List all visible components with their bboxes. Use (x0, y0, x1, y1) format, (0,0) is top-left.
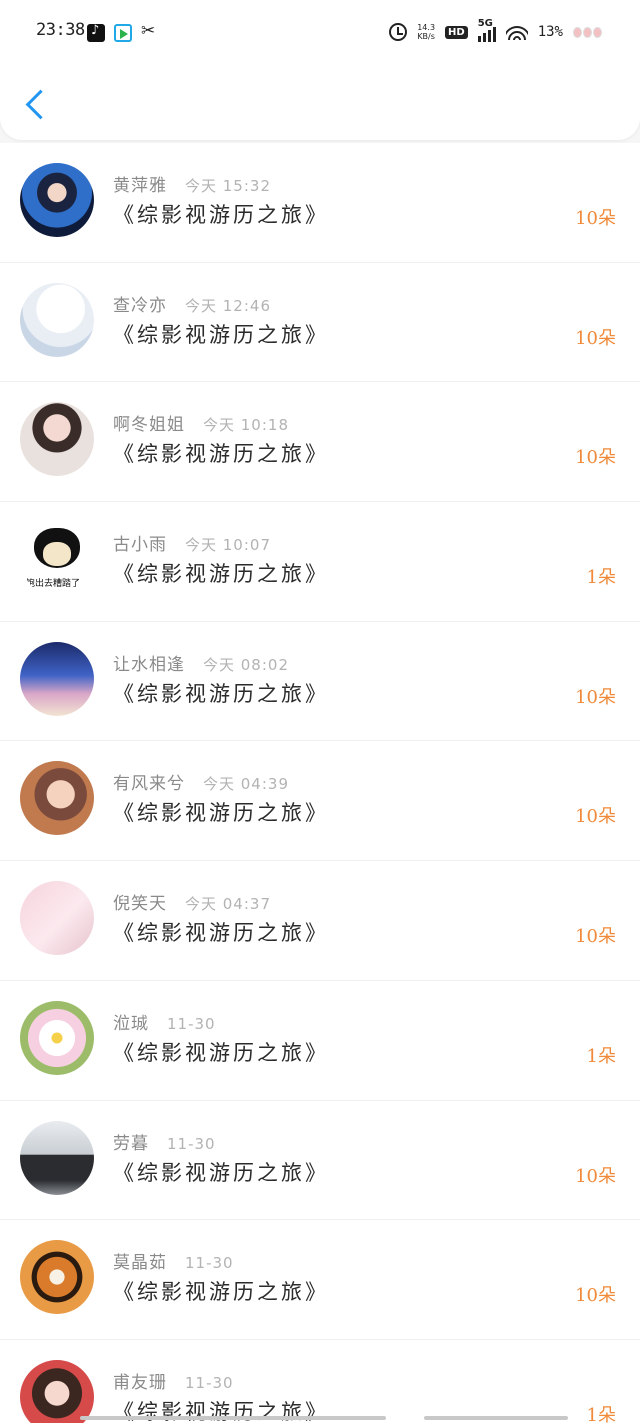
network-speed: 14.3 KB/s (417, 23, 435, 41)
avatar[interactable] (20, 641, 94, 716)
book-title: 《综影视游历之旅》 (113, 1160, 329, 1185)
flower-amount: 10朵 (575, 926, 616, 948)
flower-amount: 10朵 (575, 686, 616, 708)
book-title: 《综影视游历之旅》 (113, 1280, 329, 1305)
capcut-app-icon (141, 21, 159, 42)
user-name: 黄萍雅 (113, 176, 167, 196)
user-name: 古小雨 (113, 535, 167, 556)
signal-icon: 5G (477, 18, 496, 42)
avatar[interactable] (20, 761, 94, 836)
timestamp: 今天 08:02 (203, 655, 289, 674)
tiktok-app-icon (87, 23, 105, 42)
list-item[interactable]: 有风来兮 今天 04:39 《综影视游历之旅》 10朵 (0, 741, 640, 862)
timestamp: 今天 10:18 (203, 416, 289, 435)
avatar[interactable] (20, 881, 94, 956)
status-indicators: 14.3 KB/s HD 5G 13% (389, 18, 602, 42)
timestamp: 今天 15:32 (185, 177, 271, 195)
status-time: 23:38 (36, 20, 85, 40)
scroll-indicator (80, 1416, 568, 1420)
network-speed-unit: KB/s (417, 32, 435, 41)
avatar[interactable] (20, 402, 94, 477)
avatar[interactable] (20, 282, 94, 357)
timestamp: 今天 12:46 (185, 296, 271, 315)
gift-record-list: 黄萍雅 今天 15:32 《综影视游历之旅》 10朵 查冷亦 今天 12:46 《综… (0, 143, 640, 1423)
flower-amount: 10朵 (575, 1285, 616, 1307)
timestamp: 11-30 (167, 1014, 216, 1033)
book-title: 《综影视游历之旅》 (113, 562, 329, 587)
flower-amount: 10朵 (575, 327, 616, 349)
list-item[interactable]: 甫友珊 11-30 《综影视游历之旅》 1朵 (0, 1339, 640, 1423)
list-item[interactable]: 劳暮 11-30 《综影视游历之旅》 10朵 (0, 1100, 640, 1221)
timestamp: 今天 04:39 (203, 775, 289, 794)
list-item[interactable]: 查冷亦 今天 12:46 《综影视游历之旅》 10朵 (0, 262, 640, 383)
user-name: 有风来兮 (113, 774, 185, 795)
flower-amount: 1朵 (586, 1045, 616, 1067)
flower-amount: 10朵 (575, 208, 616, 229)
video-app-icon (114, 24, 132, 42)
avatar[interactable] (20, 163, 94, 237)
timestamp: 11-30 (167, 1134, 216, 1153)
avatar-caption: 饱出去糟踏了 (26, 579, 81, 590)
list-item[interactable]: 涖珹 11-30 《综影视游历之旅》 1朵 (0, 980, 640, 1101)
list-item[interactable]: 让水相逢 今天 08:02 《综影视游历之旅》 10朵 (0, 621, 640, 742)
network-type-label: 5G (477, 18, 493, 29)
user-name: 劳暮 (113, 1133, 149, 1154)
hd-icon: HD (445, 25, 468, 39)
list-item[interactable]: 莫晶茹 11-30 《综影视游历之旅》 10朵 (0, 1220, 640, 1340)
network-speed-value: 14.3 (417, 23, 436, 32)
user-name: 甫友珊 (113, 1372, 167, 1393)
alarm-icon (389, 23, 408, 41)
user-name: 倪笑天 (113, 894, 167, 915)
list-item[interactable]: 黄萍雅 今天 15:32 《综影视游历之旅》 10朵 (0, 143, 640, 263)
user-name: 莫晶茹 (113, 1253, 167, 1274)
timestamp: 11-30 (185, 1373, 234, 1392)
list-item[interactable]: 啊冬姐姐 今天 10:18 《综影视游历之旅》 10朵 (0, 382, 640, 503)
timestamp: 11-30 (185, 1254, 234, 1273)
timestamp: 今天 04:37 (185, 895, 271, 914)
book-title: 《综影视游历之旅》 (113, 1040, 329, 1065)
book-title: 《综影视游历之旅》 (113, 801, 329, 826)
battery-level: 13% (537, 24, 563, 40)
book-title: 《综影视游历之旅》 (113, 203, 329, 227)
book-title: 《综影视游历之旅》 (113, 921, 329, 946)
list-item[interactable]: 倪笑天 今天 04:37 《综影视游历之旅》 10朵 (0, 861, 640, 981)
flower-amount: 10朵 (575, 1165, 616, 1187)
avatar[interactable] (20, 1000, 94, 1075)
user-name: 涖珹 (113, 1013, 149, 1034)
header-bar: 23:38 14.3 KB/s HD 5G 13% (0, 0, 640, 140)
scroll-indicator-thumb (80, 1416, 386, 1420)
meme-face-icon (34, 528, 80, 569)
flower-amount: 1朵 (586, 567, 616, 589)
flower-amount: 10朵 (575, 806, 616, 828)
avatar[interactable] (20, 1359, 94, 1423)
user-name: 啊冬姐姐 (113, 415, 185, 436)
scroll-indicator-track (424, 1416, 568, 1420)
book-title: 《综影视游历之旅》 (113, 681, 329, 706)
avatar[interactable]: 饱出去糟踏了 (20, 522, 94, 597)
back-button[interactable] (20, 84, 50, 124)
book-title: 《综影视游历之旅》 (113, 322, 329, 347)
avatar[interactable] (20, 1240, 94, 1315)
timestamp: 今天 10:07 (185, 536, 271, 555)
list-item[interactable]: 饱出去糟踏了 古小雨 今天 10:07 《综影视游历之旅》 1朵 (0, 502, 640, 622)
wifi-icon (505, 24, 528, 40)
flower-amount: 1朵 (586, 1404, 616, 1423)
user-name: 让水相逢 (113, 654, 185, 675)
notification-dots-icon (573, 26, 602, 38)
user-name: 查冷亦 (113, 295, 167, 316)
book-title: 《综影视游历之旅》 (113, 442, 329, 467)
avatar[interactable] (20, 1120, 94, 1195)
status-bar: 23:38 14.3 KB/s HD 5G 13% (0, 0, 640, 66)
flower-amount: 10朵 (575, 447, 616, 469)
